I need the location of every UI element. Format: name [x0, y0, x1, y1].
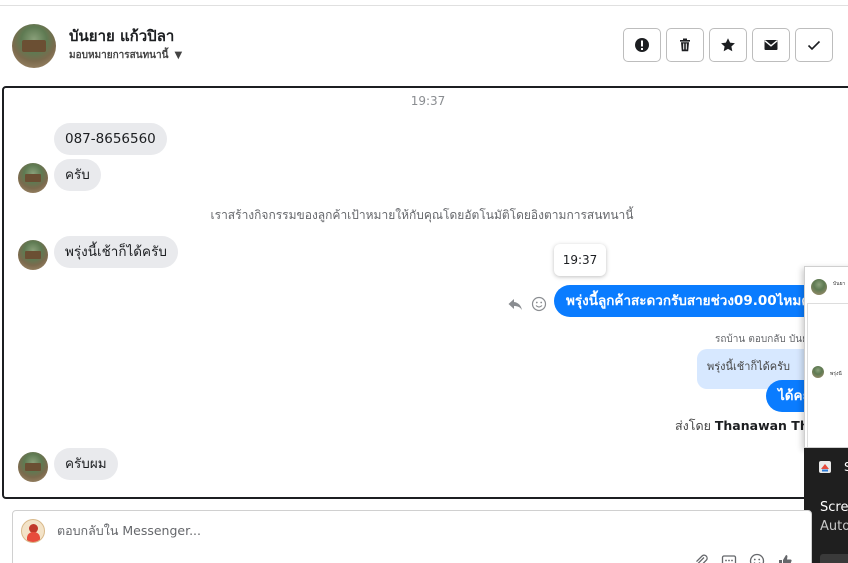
caret-down-icon: ▼: [174, 50, 183, 61]
thumbnail-message: พรุ่งนี: [830, 371, 842, 377]
mark-unread-button[interactable]: [752, 28, 790, 62]
delete-button[interactable]: [666, 28, 704, 62]
snipping-tool-icon: [819, 461, 831, 473]
attachment-icon[interactable]: [693, 553, 709, 563]
incoming-message[interactable]: 087-8656560: [54, 123, 167, 155]
emoji-icon[interactable]: [749, 553, 765, 563]
incoming-message[interactable]: ครับผม: [54, 448, 118, 480]
thumbnail-avatar: [811, 279, 827, 295]
thumbnail-avatar-small: [812, 366, 824, 378]
reply-context-label: รถบ้าน ตอบกลับ บันย: [715, 334, 809, 345]
sent-by-prefix: ส่งโดย: [675, 418, 711, 433]
composer-tools: [693, 553, 793, 563]
saved-replies-icon[interactable]: [721, 553, 737, 563]
outgoing-message[interactable]: พรุ่งนี้ลูกค้าสะดวกรับสายช่วง09.00ไหมคะ: [554, 285, 830, 317]
mark-spam-button[interactable]: [623, 28, 661, 62]
screenshot-preview-thumbnail[interactable]: บันยา พรุ่งนี: [804, 266, 848, 448]
contact-name[interactable]: บันยาย แก้วปิลา: [69, 24, 174, 48]
timestamp-tooltip: 19:37: [554, 244, 606, 276]
conversation-header: บันยาย แก้วปิลา มอบหมายการสนทนานี้ ▼: [0, 5, 848, 83]
conversation-actions: [623, 28, 833, 62]
toast-title: Screen: [820, 500, 848, 515]
assign-label: มอบหมายการสนทนานี้: [69, 50, 169, 61]
inbox-conversation-view: บันยาย แก้วปิลา มอบหมายการสนทนานี้ ▼ 19:…: [0, 0, 848, 563]
star-icon: [721, 38, 735, 52]
assign-conversation-dropdown[interactable]: มอบหมายการสนทนานี้ ▼: [69, 48, 182, 63]
contact-avatar-small: [18, 240, 48, 270]
message-timestamp: 19:37: [410, 94, 446, 108]
system-note: เราสร้างกิจกรรมของลูกค้าเป้าหมายให้กับคุ…: [210, 208, 634, 222]
reply-input[interactable]: [57, 523, 657, 538]
toast-subtitle: Auto: [820, 519, 848, 534]
contact-avatar[interactable]: [12, 24, 56, 68]
message-hover-actions: [507, 296, 547, 312]
toast-app-letter: S: [844, 460, 848, 474]
exclamation-icon: [635, 38, 649, 52]
reply-icon[interactable]: [507, 296, 523, 312]
reply-composer: [12, 510, 812, 563]
star-button[interactable]: [709, 28, 747, 62]
emoji-react-icon[interactable]: [531, 296, 547, 312]
mark-done-button[interactable]: [795, 28, 833, 62]
contact-avatar-small: [18, 452, 48, 482]
trash-icon: [680, 38, 690, 52]
like-icon[interactable]: [777, 553, 793, 563]
toast-action-button[interactable]: [820, 554, 848, 563]
incoming-message[interactable]: พรุ่งนี้เช้าก็ได้ครับ: [54, 236, 178, 268]
page-avatar: [21, 519, 45, 543]
envelope-icon: [764, 40, 778, 50]
contact-avatar-small: [18, 163, 48, 193]
thumbnail-body: พรุ่งนี: [807, 303, 848, 447]
checkmark-icon: [807, 40, 821, 51]
thumbnail-title: บันยา: [833, 281, 846, 287]
incoming-message[interactable]: ครับ: [54, 159, 101, 191]
message-thread[interactable]: 19:37 087-8656560 ครับ เราสร้างกิจกรรมขอ…: [2, 86, 848, 499]
